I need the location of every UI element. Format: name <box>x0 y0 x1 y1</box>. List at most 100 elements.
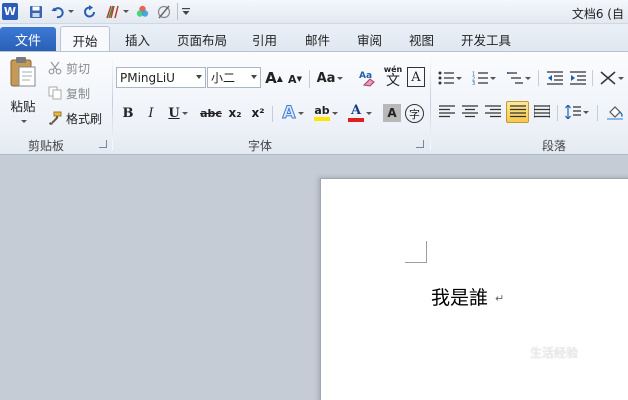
watermark: 生活经验 <box>530 346 579 360</box>
underline-button[interactable]: U <box>166 103 190 123</box>
highlight-button[interactable]: ab <box>311 102 341 124</box>
toolbar-separator <box>592 70 593 86</box>
align-center-button[interactable] <box>460 102 480 122</box>
align-left-button[interactable] <box>437 102 457 122</box>
word-icon: W <box>2 3 18 20</box>
copy-icon <box>48 86 62 100</box>
toolbar-separator <box>309 70 310 88</box>
grow-font-button[interactable]: A ▲ <box>265 68 283 88</box>
line-spacing-button[interactable] <box>563 102 591 122</box>
format-painter-label: 格式刷 <box>66 111 103 126</box>
shrink-font-button[interactable]: A ▼ <box>287 70 303 88</box>
numbering-icon: 123 <box>472 72 488 85</box>
character-shading-button[interactable]: A <box>383 104 401 122</box>
bullets-icon <box>438 71 454 85</box>
clear-formatting-button[interactable]: Aa <box>357 66 379 88</box>
distributed-icon <box>534 105 550 118</box>
paste-icon <box>10 57 36 87</box>
character-shading-glyph: A <box>387 106 397 120</box>
change-case-glyph: Aa <box>316 70 336 86</box>
toolbar-separator <box>272 106 273 122</box>
text-effects-button[interactable]: A <box>280 102 306 124</box>
paste-button[interactable]: 粘贴 <box>6 56 40 130</box>
font-size-value: 小二 <box>211 71 236 85</box>
cut-button[interactable]: 剪切 <box>48 59 90 77</box>
shrink-font-glyph: A <box>288 72 297 86</box>
character-border-button[interactable]: A <box>407 67 425 87</box>
enclose-characters-glyph: 字 <box>409 107 420 121</box>
decrease-indent-icon <box>547 71 563 85</box>
customize-toolbar-icon[interactable] <box>181 3 191 20</box>
document-canvas: 我是誰 ↵ <box>0 155 628 400</box>
bullets-button[interactable] <box>437 68 463 88</box>
slash-circle-icon[interactable] <box>156 3 172 20</box>
tab-view[interactable]: 视图 <box>409 30 434 49</box>
document-text[interactable]: 我是誰 <box>431 283 488 310</box>
strikethrough-button[interactable]: abc <box>200 103 222 123</box>
font-launcher-icon[interactable] <box>416 140 424 148</box>
tab-mailings[interactable]: 邮件 <box>305 30 330 49</box>
font-size-combo[interactable]: 小二 <box>207 67 261 88</box>
enclose-characters-button[interactable]: 字 <box>405 104 424 123</box>
tab-references[interactable]: 引用 <box>252 30 277 49</box>
clipboard-group-label: 剪贴板 <box>28 139 65 153</box>
undo-dropdown-icon[interactable] <box>66 3 74 20</box>
font-color-glyph: A <box>350 103 362 118</box>
decrease-indent-button[interactable] <box>545 68 565 88</box>
chinese-layout-button[interactable] <box>598 68 626 88</box>
tab-home[interactable]: 开始 <box>60 26 110 53</box>
save-icon[interactable] <box>28 3 44 20</box>
highlight-glyph: ab <box>314 104 330 117</box>
bold-button[interactable]: B <box>120 103 136 123</box>
paint-bucket-icon <box>607 106 623 120</box>
cut-label: 剪切 <box>66 61 91 76</box>
undo-icon[interactable] <box>50 3 66 20</box>
font-name-value: PMingLiU <box>120 70 175 85</box>
redo-icon[interactable] <box>82 3 98 20</box>
justify-icon <box>509 105 526 118</box>
format-painter-button[interactable]: 格式刷 <box>48 109 102 127</box>
subscript-button[interactable]: x₂ <box>226 103 244 123</box>
document-page[interactable]: 我是誰 ↵ <box>320 178 628 400</box>
font-color-button[interactable]: A <box>346 102 374 124</box>
line-spacing-icon <box>565 105 581 119</box>
paintbrush-icon <box>49 111 62 125</box>
paste-label: 粘贴 <box>10 99 36 114</box>
align-left-icon <box>439 105 455 118</box>
phonetic-guide-button[interactable]: wén 文 <box>382 64 404 90</box>
multilevel-list-button[interactable] <box>505 68 533 88</box>
paragraph-mark: ↵ <box>495 292 505 305</box>
change-case-button[interactable]: Aa <box>316 68 344 88</box>
copy-button[interactable]: 复制 <box>48 84 90 102</box>
paragraph-group-label: 段落 <box>542 139 567 153</box>
underline-glyph: U <box>168 105 180 121</box>
subscript-glyph: x₂ <box>228 106 242 120</box>
eraser-icon: Aa <box>359 71 375 87</box>
align-center-icon <box>462 105 478 118</box>
shading-button[interactable] <box>604 101 628 123</box>
color-wheel-icon[interactable] <box>134 3 150 20</box>
tab-review[interactable]: 审阅 <box>357 30 382 49</box>
numbering-button[interactable]: 123 <box>470 68 498 88</box>
toolbar-separator <box>538 70 539 86</box>
ribbon: 粘贴 剪切 复制 格式刷 剪贴板 PMingLiU 小二 A ▲ A ▼ Aa Aa… <box>0 51 628 155</box>
italic-button[interactable]: I <box>143 103 159 123</box>
highlight-color-bar <box>314 117 330 121</box>
format-brush-dropdown-icon[interactable] <box>121 3 129 20</box>
tab-file[interactable]: 文件 <box>0 27 56 51</box>
align-right-button[interactable] <box>483 102 503 122</box>
justify-button[interactable] <box>506 101 529 123</box>
font-name-combo[interactable]: PMingLiU <box>116 67 206 88</box>
clipboard-launcher-icon[interactable] <box>99 140 107 148</box>
format-brush-icon[interactable] <box>104 3 122 20</box>
distributed-button[interactable] <box>532 102 552 122</box>
document-title: 文档6 (自 <box>571 7 624 21</box>
tab-developer[interactable]: 开发工具 <box>461 30 511 49</box>
superscript-button[interactable]: x² <box>249 103 267 123</box>
tab-insert[interactable]: 插入 <box>125 30 150 49</box>
increase-indent-button[interactable] <box>568 68 588 88</box>
ribbon-tab-bar: 文件 开始 插入 页面布局 引用 邮件 审阅 视图 开发工具 <box>0 24 628 53</box>
paste-dropdown-icon[interactable] <box>21 120 27 123</box>
multilevel-list-icon <box>507 72 523 84</box>
tab-page-layout[interactable]: 页面布局 <box>177 30 227 49</box>
